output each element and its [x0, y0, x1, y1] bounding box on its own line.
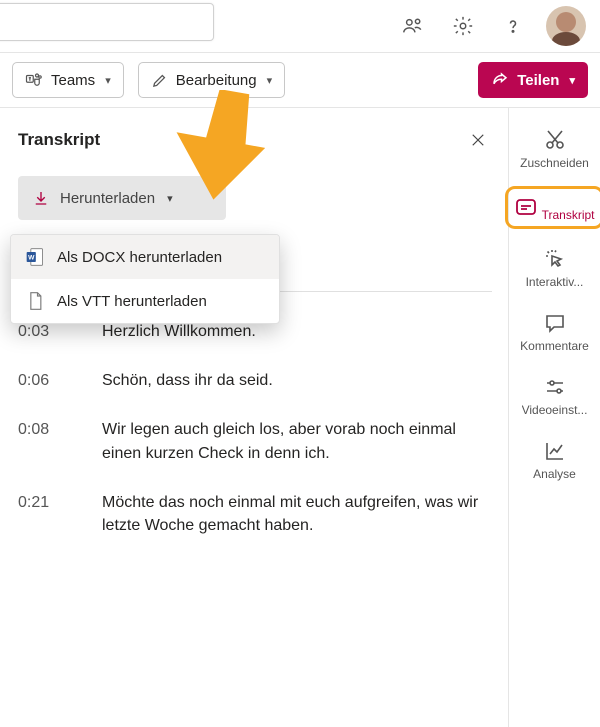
- transcript-icon: [514, 195, 538, 219]
- timestamp: 0:06: [18, 369, 74, 392]
- teams-button[interactable]: Teams ▾: [12, 62, 124, 98]
- close-button[interactable]: [464, 126, 492, 154]
- file-icon: [25, 291, 45, 311]
- close-icon: [469, 131, 487, 149]
- download-vtt-item[interactable]: Als VTT herunterladen: [11, 279, 279, 323]
- pencil-icon: [151, 72, 168, 89]
- sliders-icon: [543, 375, 567, 399]
- people-icon[interactable]: [394, 7, 432, 45]
- transcript-row[interactable]: 0:08 Wir legen auch gleich los, aber vor…: [18, 418, 498, 464]
- top-bar: [0, 0, 600, 52]
- transcript-text: Möchte das noch einmal mit euch aufgreif…: [102, 491, 492, 537]
- rail-videosettings[interactable]: Videoeinst...: [509, 367, 600, 431]
- transcript-text: Wir legen auch gleich los, aber vorab no…: [102, 418, 492, 464]
- panel-title: Transkript: [18, 130, 100, 150]
- scissors-icon: [543, 128, 567, 152]
- download-menu: W Als DOCX herunterladen Als VTT herunte…: [10, 234, 280, 324]
- rail-transcript[interactable]: Transkript: [509, 184, 600, 239]
- menu-item-label: Als VTT herunterladen: [57, 293, 207, 310]
- transcript-rows: 0:03 Herzlich Willkommen. 0:06 Schön, da…: [18, 320, 498, 537]
- download-docx-item[interactable]: W Als DOCX herunterladen: [11, 235, 279, 279]
- teams-label: Teams: [51, 72, 95, 89]
- chart-icon: [543, 439, 567, 463]
- chevron-down-icon: ▾: [569, 74, 575, 87]
- search-input[interactable]: [0, 3, 214, 41]
- timestamp: 0:21: [18, 491, 74, 537]
- transcript-panel: Transkript Herunterladen ▾ W Als DOCX he…: [0, 108, 508, 727]
- comment-icon: [543, 311, 567, 335]
- rail-label: Kommentare: [520, 339, 589, 353]
- rail-interactive[interactable]: Interaktiv...: [509, 239, 600, 303]
- svg-text:W: W: [28, 255, 35, 262]
- side-rail: Zuschneiden Transkript Interaktiv... Kom…: [508, 108, 600, 727]
- share-label: Teilen: [517, 72, 559, 89]
- edit-button[interactable]: Bearbeitung ▾: [138, 62, 285, 98]
- word-doc-icon: W: [25, 247, 45, 267]
- action-bar: Teams ▾ Bearbeitung ▾ Teilen ▾: [0, 52, 600, 108]
- share-button[interactable]: Teilen ▾: [478, 62, 588, 98]
- avatar[interactable]: [546, 6, 586, 46]
- menu-item-label: Als DOCX herunterladen: [57, 249, 222, 266]
- download-button[interactable]: Herunterladen ▾: [18, 176, 226, 220]
- transcript-text: Schön, dass ihr da seid.: [102, 369, 492, 392]
- share-icon: [491, 71, 509, 89]
- transcript-row[interactable]: 0:06 Schön, dass ihr da seid.: [18, 369, 498, 392]
- rail-label: Analyse: [533, 467, 576, 481]
- rail-label: Transkript: [542, 208, 595, 222]
- rail-cut[interactable]: Zuschneiden: [509, 120, 600, 184]
- timestamp: 0:08: [18, 418, 74, 464]
- cursor-click-icon: [543, 247, 567, 271]
- rail-analytics[interactable]: Analyse: [509, 431, 600, 495]
- edit-label: Bearbeitung: [176, 72, 257, 89]
- teams-icon: [25, 71, 43, 89]
- download-icon: [32, 189, 50, 207]
- help-icon[interactable]: [494, 7, 532, 45]
- rail-label: Interaktiv...: [526, 275, 584, 289]
- chevron-down-icon: ▾: [267, 74, 273, 87]
- chevron-down-icon: ▾: [105, 74, 111, 87]
- rail-label: Zuschneiden: [520, 156, 589, 170]
- download-label: Herunterladen: [60, 190, 155, 207]
- transcript-row[interactable]: 0:21 Möchte das noch einmal mit euch auf…: [18, 491, 498, 537]
- rail-label: Videoeinst...: [522, 403, 588, 417]
- rail-comments[interactable]: Kommentare: [509, 303, 600, 367]
- chevron-down-icon: ▾: [167, 192, 173, 205]
- settings-icon[interactable]: [444, 7, 482, 45]
